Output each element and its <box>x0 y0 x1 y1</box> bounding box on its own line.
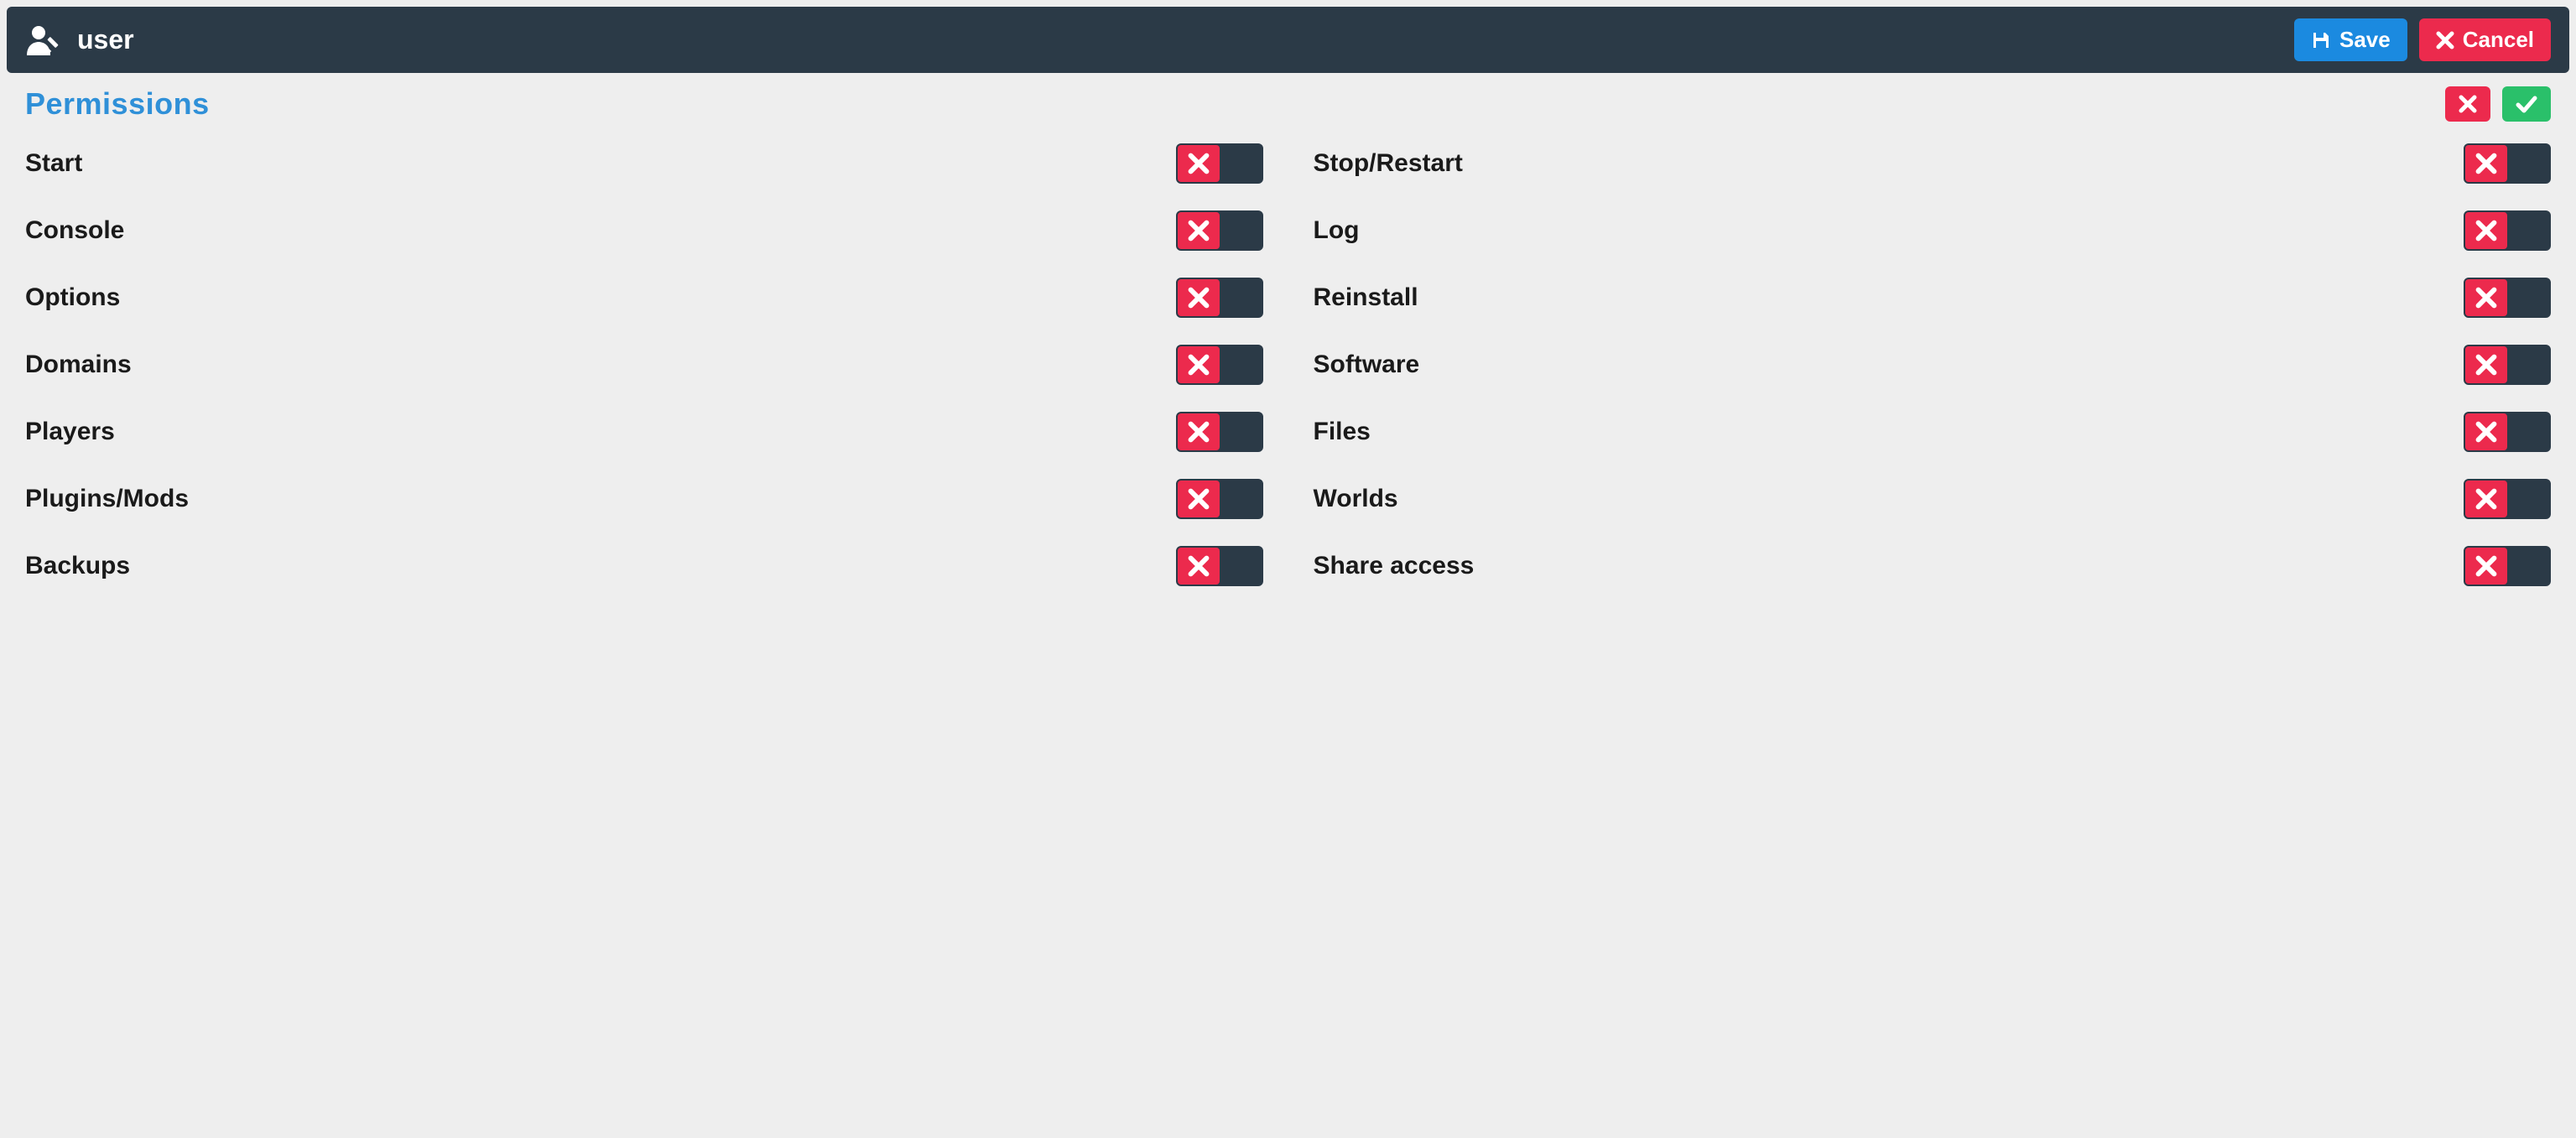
permission-label: Options <box>25 283 1176 312</box>
close-icon <box>1188 287 1210 309</box>
permission-row: Worlds <box>1314 465 2552 533</box>
permission-row: Domains <box>25 331 1263 398</box>
permission-label: Log <box>1314 216 2464 245</box>
section-actions <box>2445 86 2551 122</box>
section-title: Permissions <box>25 86 2445 122</box>
save-button-label: Save <box>2339 27 2391 53</box>
check-icon <box>2516 95 2537 113</box>
deny-all-button[interactable] <box>2445 86 2490 122</box>
permissions-section: Permissions Start <box>7 73 2569 600</box>
permission-toggle-domains[interactable] <box>1176 345 1263 385</box>
close-icon <box>2475 421 2497 443</box>
permission-label: Reinstall <box>1314 283 2464 312</box>
close-icon <box>2475 220 2497 242</box>
save-button[interactable]: Save <box>2294 18 2407 61</box>
permission-toggle-players[interactable] <box>1176 412 1263 452</box>
permission-label: Players <box>25 418 1176 446</box>
allow-all-button[interactable] <box>2502 86 2551 122</box>
permission-label: Share access <box>1314 552 2464 580</box>
toggle-knob <box>1178 279 1220 316</box>
permission-toggle-start[interactable] <box>1176 143 1263 184</box>
toggle-knob <box>2465 145 2507 182</box>
cancel-button-label: Cancel <box>2463 27 2534 53</box>
permission-row: Log <box>1314 197 2552 264</box>
close-icon <box>1188 354 1210 376</box>
toggle-knob <box>2465 346 2507 383</box>
permission-toggle-plugins-mods[interactable] <box>1176 479 1263 519</box>
permission-toggle-software[interactable] <box>2464 345 2551 385</box>
toggle-knob <box>2465 212 2507 249</box>
close-icon <box>1188 220 1210 242</box>
permission-label: Plugins/Mods <box>25 485 1176 513</box>
toggle-knob <box>2465 548 2507 585</box>
toggle-knob <box>1178 346 1220 383</box>
permission-row: Plugins/Mods <box>25 465 1263 533</box>
toggle-knob <box>2465 279 2507 316</box>
header-actions: Save Cancel <box>2294 18 2551 61</box>
toggle-knob <box>1178 413 1220 450</box>
close-icon <box>2475 555 2497 577</box>
permission-row: Files <box>1314 398 2552 465</box>
toggle-knob <box>1178 212 1220 249</box>
permission-row: Software <box>1314 331 2552 398</box>
permission-toggle-reinstall[interactable] <box>2464 278 2551 318</box>
header-left: user <box>25 23 2294 57</box>
close-icon <box>1188 488 1210 510</box>
toggle-knob <box>2465 481 2507 517</box>
close-icon <box>2475 153 2497 174</box>
permission-toggle-log[interactable] <box>2464 210 2551 251</box>
permission-row: Reinstall <box>1314 264 2552 331</box>
toggle-knob <box>2465 413 2507 450</box>
permission-label: Domains <box>25 351 1176 379</box>
close-icon <box>1188 421 1210 443</box>
close-icon <box>1188 153 1210 174</box>
permission-toggle-share-access[interactable] <box>2464 546 2551 586</box>
permission-row: Start <box>25 130 1263 197</box>
header-title: user <box>77 24 134 55</box>
toggle-knob <box>1178 548 1220 585</box>
user-edit-icon <box>25 23 62 57</box>
permission-row: Players <box>25 398 1263 465</box>
permission-row: Share access <box>1314 533 2552 600</box>
section-head: Permissions <box>25 86 2551 122</box>
cancel-button[interactable]: Cancel <box>2419 18 2551 61</box>
permission-label: Start <box>25 149 1176 178</box>
permission-row: Stop/Restart <box>1314 130 2552 197</box>
close-icon <box>2459 95 2477 113</box>
toggle-knob <box>1178 481 1220 517</box>
permissions-grid: Start Stop/Restart Console <box>25 130 2551 600</box>
permission-toggle-files[interactable] <box>2464 412 2551 452</box>
permission-label: Backups <box>25 552 1176 580</box>
permission-toggle-console[interactable] <box>1176 210 1263 251</box>
close-icon <box>2475 488 2497 510</box>
close-icon <box>1188 555 1210 577</box>
permission-label: Files <box>1314 418 2464 446</box>
permission-label: Console <box>25 216 1176 245</box>
permission-toggle-worlds[interactable] <box>2464 479 2551 519</box>
permission-toggle-backups[interactable] <box>1176 546 1263 586</box>
permission-row: Console <box>25 197 1263 264</box>
save-icon <box>2311 30 2331 50</box>
header-bar: user Save Cancel <box>7 7 2569 73</box>
close-icon <box>2475 287 2497 309</box>
permission-label: Stop/Restart <box>1314 149 2464 178</box>
permission-toggle-options[interactable] <box>1176 278 1263 318</box>
permission-label: Software <box>1314 351 2464 379</box>
permission-toggle-stop-restart[interactable] <box>2464 143 2551 184</box>
permission-label: Worlds <box>1314 485 2464 513</box>
close-icon <box>2475 354 2497 376</box>
permission-row: Options <box>25 264 1263 331</box>
toggle-knob <box>1178 145 1220 182</box>
close-icon <box>2436 31 2454 49</box>
permission-row: Backups <box>25 533 1263 600</box>
